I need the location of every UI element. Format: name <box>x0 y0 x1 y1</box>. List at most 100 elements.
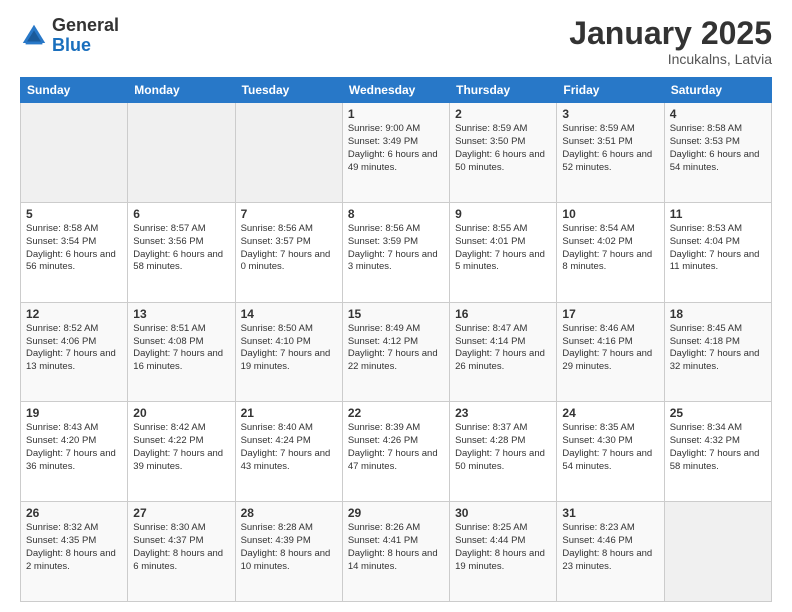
weekday-header-friday: Friday <box>557 78 664 103</box>
page-header: General Blue January 2025 Incukalns, Lat… <box>20 16 772 67</box>
day-info: Sunrise: 8:26 AM Sunset: 4:41 PM Dayligh… <box>348 522 444 573</box>
day-info: Sunrise: 8:35 AM Sunset: 4:30 PM Dayligh… <box>562 422 658 473</box>
logo-blue-text: Blue <box>52 35 91 55</box>
calendar-cell: 17 Sunrise: 8:46 AM Sunset: 4:16 PM Dayli… <box>557 302 664 402</box>
day-info: Sunrise: 8:49 AM Sunset: 4:12 PM Dayligh… <box>348 323 444 374</box>
calendar-cell: 24 Sunrise: 8:35 AM Sunset: 4:30 PM Dayli… <box>557 402 664 502</box>
day-number: 17 <box>562 307 658 321</box>
calendar-cell: 27 Sunrise: 8:30 AM Sunset: 4:37 PM Dayli… <box>128 502 235 602</box>
day-info: Sunrise: 8:23 AM Sunset: 4:46 PM Dayligh… <box>562 522 658 573</box>
calendar-cell: 26Sunrise: 8:32 AM Sunset: 4:35 PM Dayli… <box>21 502 128 602</box>
day-info: Sunrise: 8:47 AM Sunset: 4:14 PM Dayligh… <box>455 323 551 374</box>
calendar-cell: 7 Sunrise: 8:56 AM Sunset: 3:57 PM Daylig… <box>235 202 342 302</box>
calendar-cell: 28 Sunrise: 8:28 AM Sunset: 4:39 PM Dayli… <box>235 502 342 602</box>
calendar-cell: 19Sunrise: 8:43 AM Sunset: 4:20 PM Dayli… <box>21 402 128 502</box>
day-info: Sunrise: 8:30 AM Sunset: 4:37 PM Dayligh… <box>133 522 229 573</box>
day-info: Sunrise: 8:55 AM Sunset: 4:01 PM Dayligh… <box>455 223 551 274</box>
day-number: 30 <box>455 506 551 520</box>
calendar-cell: 1 Sunrise: 9:00 AM Sunset: 3:49 PM Daylig… <box>342 103 449 203</box>
weekday-header-sunday: Sunday <box>21 78 128 103</box>
day-number: 1 <box>348 107 444 121</box>
day-info: Sunrise: 8:50 AM Sunset: 4:10 PM Dayligh… <box>241 323 337 374</box>
calendar-cell <box>21 103 128 203</box>
calendar-cell: 5 Sunrise: 8:58 AM Sunset: 3:54 PM Daylig… <box>21 202 128 302</box>
calendar-cell: 11Sunrise: 8:53 AM Sunset: 4:04 PM Dayli… <box>664 202 771 302</box>
day-number: 13 <box>133 307 229 321</box>
calendar-cell: 8 Sunrise: 8:56 AM Sunset: 3:59 PM Daylig… <box>342 202 449 302</box>
calendar-cell <box>128 103 235 203</box>
calendar-cell: 9 Sunrise: 8:55 AM Sunset: 4:01 PM Daylig… <box>450 202 557 302</box>
day-info: Sunrise: 8:34 AM Sunset: 4:32 PM Dayligh… <box>670 422 766 473</box>
day-info: Sunrise: 8:28 AM Sunset: 4:39 PM Dayligh… <box>241 522 337 573</box>
day-info: Sunrise: 8:58 AM Sunset: 3:53 PM Dayligh… <box>670 123 766 174</box>
day-info: Sunrise: 8:46 AM Sunset: 4:16 PM Dayligh… <box>562 323 658 374</box>
day-info: Sunrise: 8:37 AM Sunset: 4:28 PM Dayligh… <box>455 422 551 473</box>
calendar-cell <box>664 502 771 602</box>
day-number: 7 <box>241 207 337 221</box>
calendar-cell: 20 Sunrise: 8:42 AM Sunset: 4:22 PM Dayli… <box>128 402 235 502</box>
day-number: 4 <box>670 107 766 121</box>
calendar-cell: 22 Sunrise: 8:39 AM Sunset: 4:26 PM Dayli… <box>342 402 449 502</box>
day-number: 8 <box>348 207 444 221</box>
day-info: Sunrise: 8:25 AM Sunset: 4:44 PM Dayligh… <box>455 522 551 573</box>
day-info: Sunrise: 8:59 AM Sunset: 3:51 PM Dayligh… <box>562 123 658 174</box>
day-info: Sunrise: 8:56 AM Sunset: 3:57 PM Dayligh… <box>241 223 337 274</box>
calendar-cell: 12Sunrise: 8:52 AM Sunset: 4:06 PM Dayli… <box>21 302 128 402</box>
day-info: Sunrise: 8:43 AM Sunset: 4:20 PM Dayligh… <box>26 422 122 473</box>
day-info: Sunrise: 8:40 AM Sunset: 4:24 PM Dayligh… <box>241 422 337 473</box>
day-info: Sunrise: 8:53 AM Sunset: 4:04 PM Dayligh… <box>670 223 766 274</box>
day-number: 24 <box>562 406 658 420</box>
weekday-header-monday: Monday <box>128 78 235 103</box>
day-info: Sunrise: 8:57 AM Sunset: 3:56 PM Dayligh… <box>133 223 229 274</box>
day-number: 27 <box>133 506 229 520</box>
day-number: 21 <box>241 406 337 420</box>
day-info: Sunrise: 8:42 AM Sunset: 4:22 PM Dayligh… <box>133 422 229 473</box>
calendar-cell: 21 Sunrise: 8:40 AM Sunset: 4:24 PM Dayli… <box>235 402 342 502</box>
calendar-cell: 4 Sunrise: 8:58 AM Sunset: 3:53 PM Daylig… <box>664 103 771 203</box>
day-number: 29 <box>348 506 444 520</box>
logo-general-text: General <box>52 15 119 35</box>
day-number: 12 <box>26 307 122 321</box>
calendar-cell: 13 Sunrise: 8:51 AM Sunset: 4:08 PM Dayli… <box>128 302 235 402</box>
day-info: Sunrise: 8:56 AM Sunset: 3:59 PM Dayligh… <box>348 223 444 274</box>
day-number: 6 <box>133 207 229 221</box>
day-number: 2 <box>455 107 551 121</box>
weekday-header-saturday: Saturday <box>664 78 771 103</box>
day-number: 10 <box>562 207 658 221</box>
logo: General Blue <box>20 16 119 56</box>
day-number: 28 <box>241 506 337 520</box>
day-number: 23 <box>455 406 551 420</box>
day-info: Sunrise: 8:39 AM Sunset: 4:26 PM Dayligh… <box>348 422 444 473</box>
day-number: 14 <box>241 307 337 321</box>
day-number: 20 <box>133 406 229 420</box>
calendar-cell <box>235 103 342 203</box>
day-info: Sunrise: 8:59 AM Sunset: 3:50 PM Dayligh… <box>455 123 551 174</box>
calendar-cell: 14 Sunrise: 8:50 AM Sunset: 4:10 PM Dayli… <box>235 302 342 402</box>
calendar-cell: 23 Sunrise: 8:37 AM Sunset: 4:28 PM Dayli… <box>450 402 557 502</box>
day-info: Sunrise: 9:00 AM Sunset: 3:49 PM Dayligh… <box>348 123 444 174</box>
calendar-cell: 30 Sunrise: 8:25 AM Sunset: 4:44 PM Dayli… <box>450 502 557 602</box>
calendar-cell: 15Sunrise: 8:49 AM Sunset: 4:12 PM Dayli… <box>342 302 449 402</box>
logo-text: General Blue <box>52 16 119 56</box>
day-info: Sunrise: 8:58 AM Sunset: 3:54 PM Dayligh… <box>26 223 122 274</box>
day-number: 3 <box>562 107 658 121</box>
day-info: Sunrise: 8:51 AM Sunset: 4:08 PM Dayligh… <box>133 323 229 374</box>
calendar-cell: 6 Sunrise: 8:57 AM Sunset: 3:56 PM Daylig… <box>128 202 235 302</box>
calendar-subtitle: Incukalns, Latvia <box>569 51 772 67</box>
day-number: 5 <box>26 207 122 221</box>
weekday-header-wednesday: Wednesday <box>342 78 449 103</box>
day-number: 16 <box>455 307 551 321</box>
day-number: 22 <box>348 406 444 420</box>
day-info: Sunrise: 8:45 AM Sunset: 4:18 PM Dayligh… <box>670 323 766 374</box>
calendar-cell: 2 Sunrise: 8:59 AM Sunset: 3:50 PM Daylig… <box>450 103 557 203</box>
logo-icon <box>20 22 48 50</box>
day-number: 18 <box>670 307 766 321</box>
day-number: 9 <box>455 207 551 221</box>
weekday-header-thursday: Thursday <box>450 78 557 103</box>
calendar-cell: 25Sunrise: 8:34 AM Sunset: 4:32 PM Dayli… <box>664 402 771 502</box>
calendar-cell: 10Sunrise: 8:54 AM Sunset: 4:02 PM Dayli… <box>557 202 664 302</box>
title-block: January 2025 Incukalns, Latvia <box>569 16 772 67</box>
day-info: Sunrise: 8:32 AM Sunset: 4:35 PM Dayligh… <box>26 522 122 573</box>
calendar-cell: 31Sunrise: 8:23 AM Sunset: 4:46 PM Dayli… <box>557 502 664 602</box>
calendar-cell: 29 Sunrise: 8:26 AM Sunset: 4:41 PM Dayli… <box>342 502 449 602</box>
